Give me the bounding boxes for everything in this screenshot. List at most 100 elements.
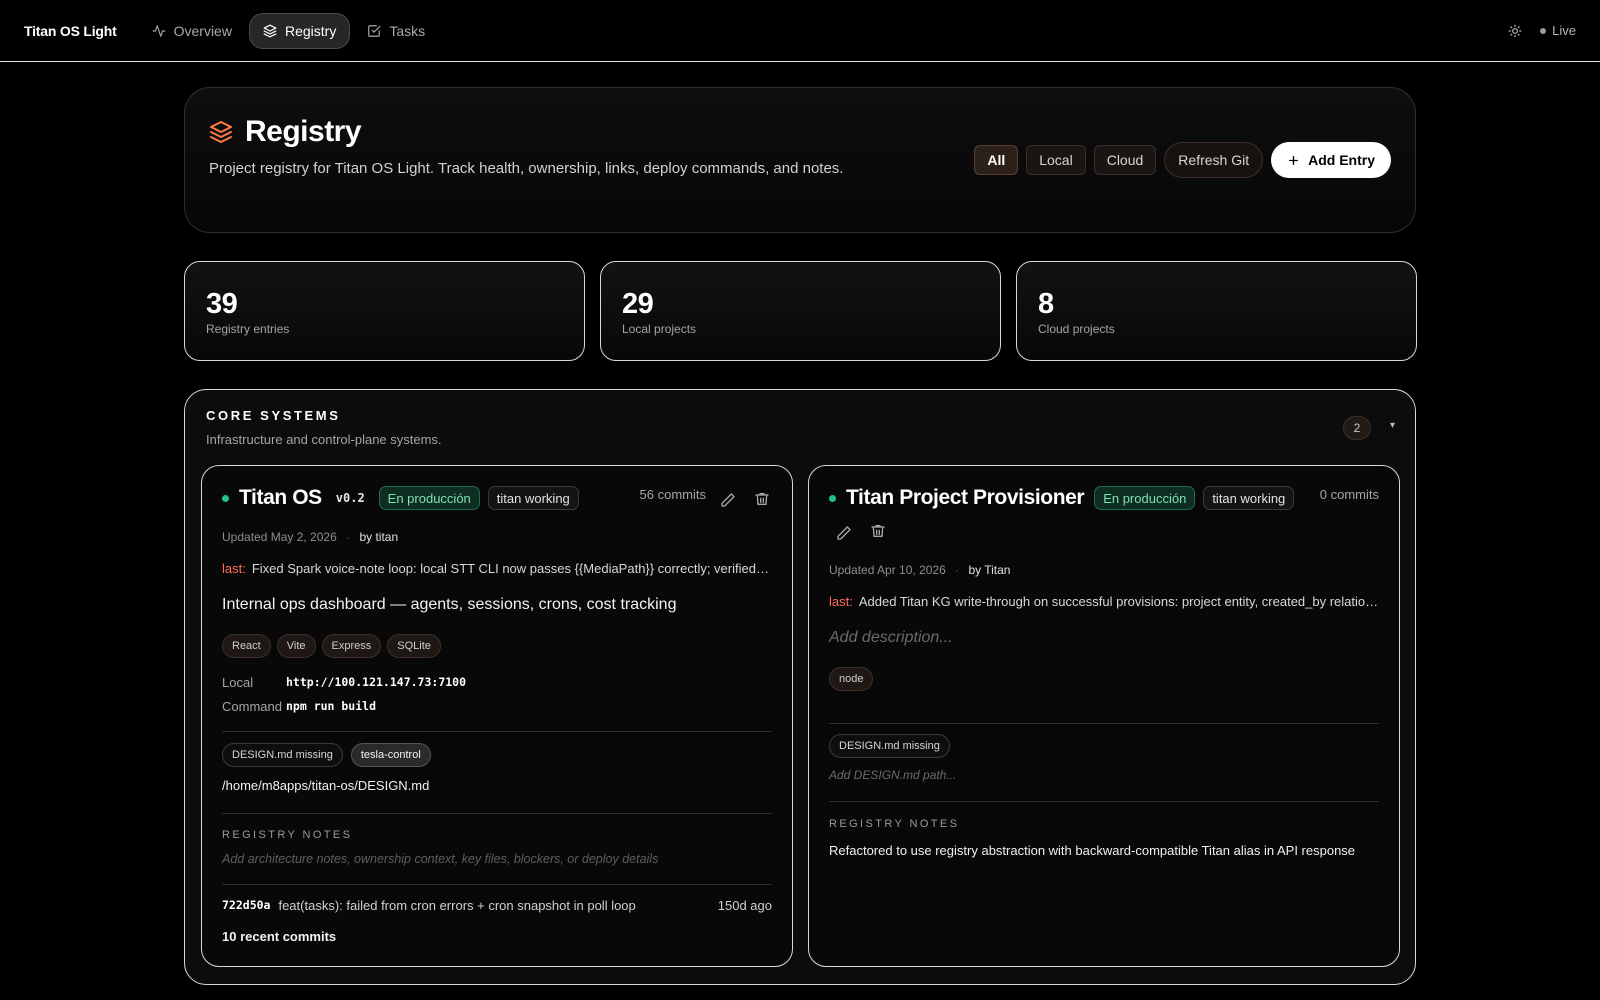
commit-age: 150d ago [717, 898, 772, 913]
page-title-row: Registry [209, 115, 362, 149]
updated-date: Updated Apr 10, 2026 [829, 563, 946, 577]
design-source-pill[interactable]: tesla-control [350, 743, 431, 767]
stat-label: Registry entries [206, 322, 290, 336]
trash-icon[interactable] [754, 491, 770, 507]
notes-label: REGISTRY NOTES [829, 818, 960, 830]
nav-registry[interactable]: Registry [248, 12, 351, 49]
divider [222, 884, 772, 885]
add-entry-button[interactable]: Add Entry [1271, 142, 1391, 178]
plus-icon [1289, 155, 1299, 165]
design-pills: DESIGN.md missing tesla-control [222, 743, 431, 767]
stat-value: 8 [1038, 288, 1054, 320]
tag-vite: Vite [276, 634, 316, 658]
status-badge: En producción [1094, 486, 1196, 510]
updated-by: by Titan [968, 563, 1011, 577]
check-square-icon [368, 24, 381, 37]
top-nav: Titan OS Light Overview Registry Tasks L… [0, 0, 1600, 62]
design-pills: DESIGN.md missing [829, 734, 950, 758]
trash-icon[interactable] [870, 523, 886, 539]
stat-label: Local projects [622, 322, 697, 336]
divider [222, 813, 772, 814]
status-dot-icon [829, 494, 836, 502]
divider [222, 731, 772, 732]
recent-commits-toggle[interactable]: 10 recent commits [222, 929, 336, 944]
latest-commit: 722d50a feat(tasks): failed from cron er… [222, 898, 772, 913]
section-subtitle: Infrastructure and control-plane systems… [206, 432, 442, 447]
pencil-icon[interactable] [836, 525, 852, 541]
description-input[interactable]: Add description... [829, 629, 953, 647]
card-description[interactable]: Internal ops dashboard — agents, session… [222, 596, 676, 614]
tag-react: React [222, 634, 271, 658]
local-url-row: Local http://100.121.147.73:7100 [222, 675, 466, 690]
nav-overview-label: Overview [173, 22, 232, 39]
nav-overview[interactable]: Overview [139, 13, 245, 49]
section-count-badge: 2 [1343, 416, 1371, 440]
notes-input[interactable]: Add architecture notes, ownership contex… [222, 852, 658, 866]
add-entry-label: Add Entry [1308, 152, 1375, 168]
last-update: last: Added Titan KG write-through on suc… [829, 594, 1379, 609]
brand-name[interactable]: Titan OS Light [24, 23, 117, 39]
design-path[interactable]: /home/m8apps/titan-os/DESIGN.md [222, 778, 429, 793]
updated-meta: Updated Apr 10, 2026 · by Titan [829, 563, 1011, 577]
tag-node: node [829, 667, 874, 691]
chevron-down-icon[interactable]: ▾ [1390, 420, 1395, 431]
refresh-git-button[interactable]: Refresh Git [1164, 142, 1264, 178]
filter-all[interactable]: All [974, 145, 1019, 175]
command-row: Command npm run build [222, 699, 376, 714]
commit-count: 56 commits [639, 487, 706, 502]
live-dot-icon [1540, 27, 1547, 34]
nav-tasks[interactable]: Tasks [354, 13, 438, 49]
last-text: Fixed Spark voice-note loop: local STT C… [251, 561, 772, 576]
card-title: Titan Project Provisioner [846, 486, 1085, 509]
design-missing-pill: DESIGN.md missing [222, 743, 343, 767]
tag-sqlite: SQLite [387, 634, 441, 658]
stat-local-projects: 29 Local projects [600, 261, 1001, 361]
pencil-icon[interactable] [720, 492, 736, 508]
activity-icon [152, 24, 166, 37]
notes-text[interactable]: Refactored to use registry abstraction w… [829, 843, 1355, 858]
notes-label: REGISTRY NOTES [222, 829, 353, 841]
design-missing-pill: DESIGN.md missing [829, 734, 950, 758]
registry-header: Registry Project registry for Titan OS L… [184, 87, 1416, 233]
updated-by: by titan [359, 530, 399, 544]
last-update: last: Fixed Spark voice-note loop: local … [222, 561, 772, 576]
local-label: Local [222, 675, 254, 690]
card-header: Titan Project Provisioner En producción … [829, 486, 1295, 510]
nav-registry-label: Registry [284, 22, 337, 39]
filter-local[interactable]: Local [1026, 145, 1086, 175]
divider [829, 801, 1379, 802]
commit-message: feat(tasks): failed from cron errors + c… [278, 898, 636, 913]
stat-label: Cloud projects [1038, 322, 1115, 336]
layers-icon [263, 24, 277, 37]
page-description: Project registry for Titan OS Light. Tra… [209, 160, 844, 177]
page-title: Registry [245, 115, 362, 148]
registry-card-titan-os[interactable]: Titan OS v0.2 En producción titan workin… [201, 465, 793, 967]
card-title: Titan OS [239, 486, 322, 509]
local-url-link[interactable]: http://100.121.147.73:7100 [286, 675, 466, 690]
command-value: npm run build [286, 699, 377, 713]
header-actions: All Local Cloud Refresh Git Add Entry [974, 142, 1391, 178]
live-status: Live [1540, 23, 1576, 38]
commit-hash: 722d50a [222, 898, 271, 912]
last-text: Added Titan KG write-through on successf… [858, 594, 1379, 609]
last-label: last: [829, 594, 853, 609]
registry-card-titan-project-provisioner[interactable]: Titan Project Provisioner En producción … [808, 465, 1400, 967]
sun-icon[interactable] [1508, 24, 1522, 38]
owner-badge: titan working [1203, 486, 1295, 510]
section-title: CORE SYSTEMS [206, 408, 341, 423]
card-header: Titan OS v0.2 En producción titan workin… [222, 486, 579, 510]
nav-right: Live [1508, 23, 1576, 38]
design-path-input[interactable]: Add DESIGN.md path... [829, 768, 956, 782]
last-label: last: [222, 561, 246, 576]
version-label: v0.2 [335, 491, 365, 505]
stat-cloud-projects: 8 Cloud projects [1016, 261, 1417, 361]
stat-value: 39 [206, 288, 238, 320]
divider [829, 723, 1379, 724]
commit-count: 0 commits [1319, 487, 1379, 502]
updated-meta: Updated May 2, 2026 · by titan [222, 530, 399, 544]
tech-tags: React Vite Express SQLite [222, 634, 441, 658]
status-badge: En producción [378, 486, 480, 510]
nav-tasks-label: Tasks [389, 22, 426, 39]
filter-cloud[interactable]: Cloud [1093, 145, 1157, 175]
core-systems-section: CORE SYSTEMS Infrastructure and control-… [184, 389, 1416, 985]
